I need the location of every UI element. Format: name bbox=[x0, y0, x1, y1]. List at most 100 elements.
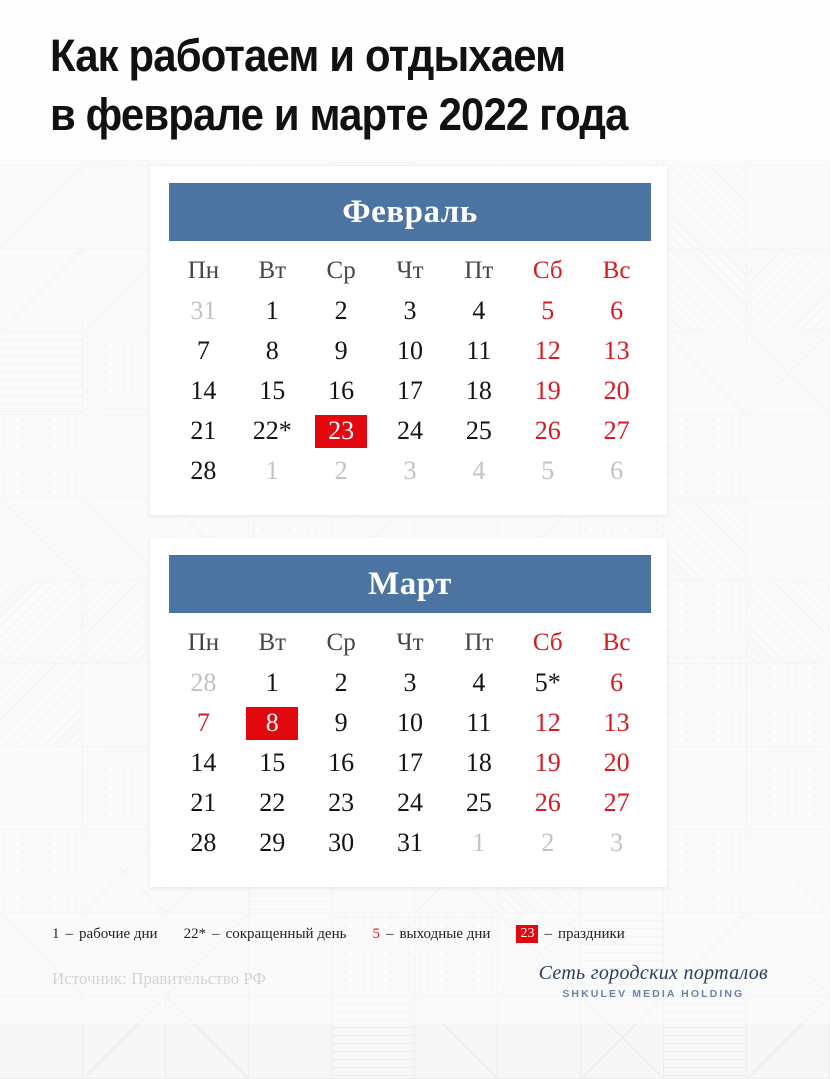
day-cell-short: 22* bbox=[252, 416, 292, 445]
day-cell-work: 9 bbox=[334, 708, 348, 737]
day-cell-off: 27 bbox=[603, 416, 630, 445]
infographic-page: Как работаем и отдыхаем в феврале и март… bbox=[0, 0, 830, 1024]
day-cell-work: 3 bbox=[403, 668, 417, 697]
day-cell-out: 1 bbox=[472, 828, 486, 857]
calendar-card-february: Февраль Пн Вт Ср Чт Пт Сб Вс 31 1 2 3 4 5 6 7 8 9 10 11 12 1… bbox=[150, 166, 667, 515]
legend-label: сокращенный день bbox=[225, 925, 347, 942]
calendar-grid-february: Пн Вт Ср Чт Пт Сб Вс 31 1 2 3 4 5 6 7 8 9 10 11 12 13 14 15 16 1… bbox=[169, 251, 651, 491]
calendar-card-march: Март Пн Вт Ср Чт Пт Сб Вс 28 1 2 3 4 5* 6 7 8 9 10 11 12 13 1… bbox=[150, 538, 667, 887]
weekday-header: Пт bbox=[464, 629, 494, 656]
day-cell-short: 5* bbox=[534, 668, 561, 697]
month-title: Февраль bbox=[342, 193, 478, 230]
weekday-header: Вт bbox=[258, 629, 287, 656]
logo-subtitle-text: SHKULEV MEDIA HOLDING bbox=[562, 988, 745, 1000]
day-cell-work: 24 bbox=[396, 416, 423, 445]
legend-label: выходные дни bbox=[399, 925, 491, 942]
day-cell-work: 9 bbox=[334, 336, 348, 365]
day-cell-work: 17 bbox=[396, 748, 423, 777]
legend-item: 1– рабочие дни bbox=[52, 926, 158, 943]
day-cell-work: 14 bbox=[190, 748, 217, 777]
day-cell-work: 3 bbox=[403, 296, 417, 325]
day-cell-work: 1 bbox=[265, 668, 279, 697]
day-cell-off: 27 bbox=[603, 788, 630, 817]
day-cell-work: 17 bbox=[396, 376, 423, 405]
day-cell-work: 7 bbox=[196, 336, 210, 365]
day-cell-work: 22 bbox=[259, 788, 286, 817]
month-header-february: Февраль bbox=[169, 183, 651, 241]
day-cell-work: 18 bbox=[465, 376, 492, 405]
day-cell-off: 6 bbox=[610, 296, 624, 325]
day-cell-work: 4 bbox=[472, 296, 486, 325]
day-cell-work: 14 bbox=[190, 376, 217, 405]
day-cell-out: 2 bbox=[541, 828, 555, 857]
day-cell-off: 19 bbox=[534, 748, 561, 777]
day-cell-out: 31 bbox=[190, 296, 217, 325]
legend: 1– рабочие дни 22* – сокращенный день 5– выход… bbox=[52, 925, 625, 944]
day-cell-out: 3 bbox=[403, 456, 417, 485]
day-cell-work: 15 bbox=[259, 748, 286, 777]
logo-script-text: Сеть городских порталов bbox=[538, 962, 768, 984]
day-cell-off: 26 bbox=[534, 416, 561, 445]
day-cell-off: 13 bbox=[603, 708, 630, 737]
day-cell-work: 8 bbox=[265, 336, 279, 365]
weekday-header: Сб bbox=[532, 257, 563, 284]
day-cell-off: 20 bbox=[603, 748, 630, 777]
day-cell-off: 19 bbox=[534, 376, 561, 405]
day-cell-work: 25 bbox=[465, 416, 492, 445]
day-cell-holiday: 23 bbox=[315, 414, 368, 448]
day-cell-off: 12 bbox=[534, 336, 561, 365]
day-cell-out: 1 bbox=[265, 456, 279, 485]
legend-item: 22* – сокращенный день bbox=[184, 926, 347, 943]
day-cell-off: 7 bbox=[196, 708, 210, 737]
day-cell-work: 24 bbox=[396, 788, 423, 817]
calendar-grid-march: Пн Вт Ср Чт Пт Сб Вс 28 1 2 3 4 5* 6 7 8 9 10 11 12 13 14 15 16… bbox=[169, 623, 651, 863]
day-cell-off: 26 bbox=[534, 788, 561, 817]
day-cell-off: 13 bbox=[603, 336, 630, 365]
day-cell-work: 4 bbox=[472, 668, 486, 697]
legend-key-off: 5 bbox=[372, 925, 380, 942]
legend-label: рабочие дни bbox=[79, 925, 158, 942]
day-cell-off: 5 bbox=[541, 296, 555, 325]
legend-item: 5– выходные дни bbox=[372, 926, 490, 943]
legend-item: 23– праздники bbox=[516, 925, 625, 944]
day-cell-work: 28 bbox=[190, 828, 217, 857]
weekday-header: Чт bbox=[396, 257, 424, 284]
legend-dash: – bbox=[212, 925, 220, 942]
weekday-header: Пт bbox=[464, 257, 494, 284]
weekday-header: Вс bbox=[602, 629, 631, 656]
page-title: Как работаем и отдыхаем в феврале и март… bbox=[50, 30, 628, 141]
day-cell-work: 23 bbox=[328, 788, 355, 817]
day-cell-out: 5 bbox=[541, 456, 555, 485]
weekday-header: Ср bbox=[326, 257, 356, 284]
legend-dash: – bbox=[65, 925, 74, 942]
weekday-header: Пн bbox=[187, 629, 220, 656]
legend-dash: – bbox=[385, 925, 394, 942]
day-cell-work: 11 bbox=[466, 336, 492, 365]
day-cell-work: 21 bbox=[190, 416, 217, 445]
day-cell-work: 2 bbox=[334, 668, 348, 697]
weekday-header: Ср bbox=[326, 629, 356, 656]
day-cell-out: 6 bbox=[610, 456, 624, 485]
day-cell-work: 10 bbox=[396, 708, 423, 737]
day-cell-off: 20 bbox=[603, 376, 630, 405]
day-cell-work: 28 bbox=[190, 456, 217, 485]
day-cell-out: 3 bbox=[610, 828, 624, 857]
legend-label: праздники bbox=[557, 925, 625, 942]
weekday-header: Вт bbox=[258, 257, 287, 284]
month-header-march: Март bbox=[169, 555, 651, 613]
day-cell-work: 30 bbox=[328, 828, 355, 857]
weekday-header: Сб bbox=[532, 629, 563, 656]
weekday-header: Вс bbox=[602, 257, 631, 284]
month-title: Март bbox=[368, 565, 452, 602]
day-cell-work: 1 bbox=[265, 296, 279, 325]
day-cell-out: 2 bbox=[334, 456, 348, 485]
day-cell-work: 21 bbox=[190, 788, 217, 817]
day-cell-work: 31 bbox=[396, 828, 423, 857]
legend-key-work: 22* bbox=[183, 925, 207, 942]
day-cell-work: 25 bbox=[465, 788, 492, 817]
legend-dash: – bbox=[544, 925, 552, 942]
day-cell-work: 29 bbox=[259, 828, 286, 857]
day-cell-work: 16 bbox=[328, 748, 355, 777]
day-cell-off: 12 bbox=[534, 708, 561, 737]
day-cell-off: 6 bbox=[610, 668, 624, 697]
